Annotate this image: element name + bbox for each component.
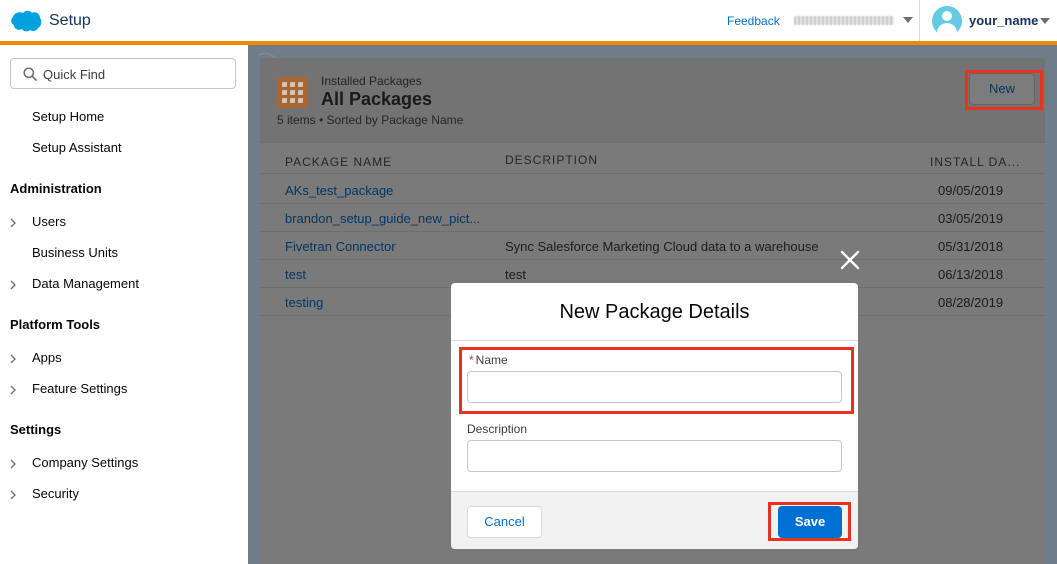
chevron-right-icon[interactable] <box>8 385 18 395</box>
salesforce-cloud-icon[interactable] <box>10 10 42 32</box>
install-date: 06/13/2018 <box>938 267 1004 282</box>
column-header-package-name[interactable]: PACKAGE NAME <box>285 155 392 169</box>
breadcrumb: Installed Packages <box>321 74 422 88</box>
table-row: AKs_test_package 09/05/2019 <box>260 176 1045 204</box>
chevron-right-icon[interactable] <box>8 354 18 364</box>
new-button-highlight <box>965 70 1043 110</box>
sidebar-item-apps[interactable]: Apps <box>32 350 62 365</box>
install-date: 03/05/2019 <box>938 211 1004 226</box>
sidebar-item-feature-settings[interactable]: Feature Settings <box>32 381 127 396</box>
setup-sidebar: Setup Home Setup Assistant Administratio… <box>0 45 248 564</box>
app-title[interactable]: Setup <box>49 12 91 30</box>
table-header: PACKAGE NAME DESCRIPTION INSTALL DA... <box>260 142 1045 174</box>
column-header-install-date[interactable]: INSTALL DA... <box>930 155 1020 169</box>
chevron-right-icon[interactable] <box>8 490 18 500</box>
org-name-redacted <box>794 16 894 25</box>
description-field[interactable] <box>467 440 842 472</box>
package-description: test <box>505 267 526 282</box>
table-row: Fivetran Connector Sync Salesforce Marke… <box>260 232 1045 260</box>
cancel-button[interactable]: Cancel <box>467 506 542 538</box>
package-name-link[interactable]: test <box>285 267 306 282</box>
quick-find[interactable] <box>10 58 236 89</box>
package-name-link[interactable]: testing <box>285 295 323 310</box>
user-menu[interactable]: your_name <box>969 13 1038 28</box>
chevron-down-icon[interactable] <box>1040 18 1050 24</box>
install-date: 08/28/2019 <box>938 295 1004 310</box>
quick-find-input[interactable] <box>43 65 228 83</box>
header-divider <box>919 0 920 41</box>
org-switcher[interactable] <box>794 12 914 30</box>
install-date: 09/05/2019 <box>938 183 1004 198</box>
search-icon <box>23 67 37 81</box>
sidebar-item-company-settings[interactable]: Company Settings <box>32 455 138 470</box>
chevron-down-icon <box>903 17 913 23</box>
package-name-link[interactable]: brandon_setup_guide_new_pict... <box>285 211 480 226</box>
table-row: brandon_setup_guide_new_pict... 03/05/20… <box>260 204 1045 232</box>
install-date: 05/31/2018 <box>938 239 1004 254</box>
column-header-description[interactable]: DESCRIPTION <box>505 153 598 167</box>
sidebar-item-setup-assistant[interactable]: Setup Assistant <box>32 140 122 155</box>
description-field-label: Description <box>467 422 528 436</box>
feedback-link[interactable]: Feedback <box>727 14 780 28</box>
package-name-link[interactable]: Fivetran Connector <box>285 239 396 254</box>
sidebar-item-setup-home[interactable]: Setup Home <box>32 109 104 124</box>
global-header: Setup Feedback your_name <box>0 0 1057 42</box>
sidebar-section-platform-tools: Platform Tools <box>10 317 101 332</box>
modal-divider <box>451 340 858 341</box>
chevron-right-icon[interactable] <box>8 218 18 228</box>
chevron-right-icon[interactable] <box>8 459 18 469</box>
package-name-link[interactable]: AKs_test_package <box>285 183 393 198</box>
chevron-right-icon[interactable] <box>8 280 18 290</box>
name-field-highlight <box>459 347 854 414</box>
close-icon[interactable] <box>839 249 861 271</box>
sidebar-item-security[interactable]: Security <box>32 486 79 501</box>
save-button-highlight <box>768 502 851 541</box>
sidebar-item-users[interactable]: Users <box>32 214 66 229</box>
list-header: Installed Packages All Packages 5 items … <box>260 58 1045 142</box>
sidebar-section-settings: Settings <box>10 422 62 437</box>
sidebar-item-business-units[interactable]: Business Units <box>32 245 118 260</box>
package-description: Sync Salesforce Marketing Cloud data to … <box>505 239 819 254</box>
apps-grid-icon <box>277 77 308 108</box>
page-title: All Packages <box>321 89 433 109</box>
sidebar-section-administration: Administration <box>10 181 102 196</box>
user-avatar-icon[interactable] <box>932 6 962 36</box>
modal-title: New Package Details <box>559 301 750 323</box>
list-meta: 5 items • Sorted by Package Name <box>277 113 464 127</box>
sidebar-item-data-management[interactable]: Data Management <box>32 276 139 291</box>
